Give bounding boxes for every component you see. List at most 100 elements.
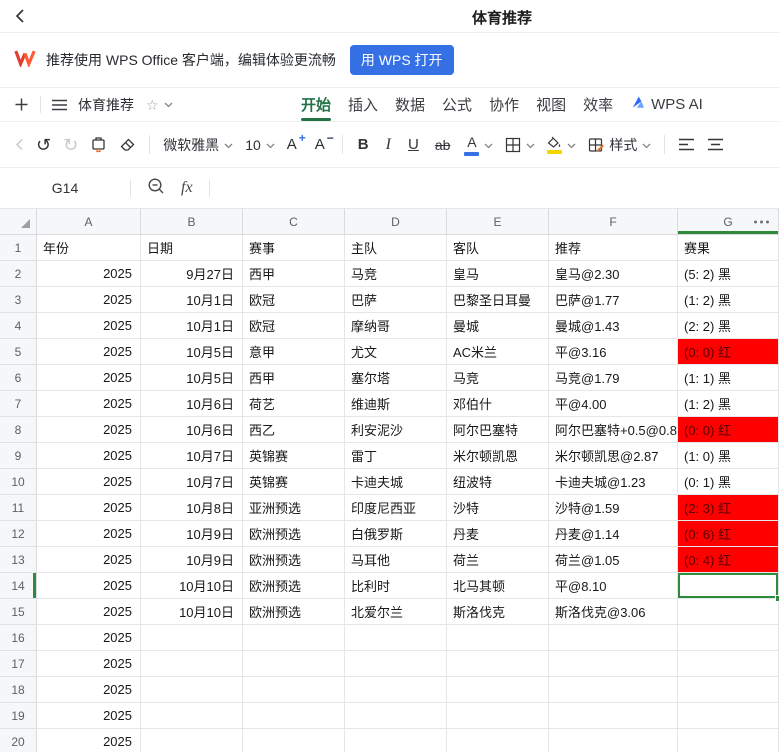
back-icon[interactable] — [12, 7, 30, 30]
cell-C7[interactable]: 荷艺 — [243, 391, 345, 417]
cell-A2[interactable]: 2025 — [37, 261, 141, 287]
cell-A11[interactable]: 2025 — [37, 495, 141, 521]
cell-F16[interactable] — [549, 625, 678, 651]
cell-E6[interactable]: 马竞 — [447, 365, 549, 391]
cell-A18[interactable]: 2025 — [37, 677, 141, 703]
cell-F13[interactable]: 荷兰@1.05 — [549, 547, 678, 573]
cell-B2[interactable]: 9月27日 — [141, 261, 243, 287]
borders-button[interactable] — [505, 136, 535, 154]
cell-D4[interactable]: 摩纳哥 — [345, 313, 447, 339]
row-header-7[interactable]: 7 — [0, 391, 37, 417]
cell-C3[interactable]: 欧冠 — [243, 287, 345, 313]
tab-efficiency[interactable]: 效率 — [583, 88, 613, 121]
bold-button[interactable]: B — [358, 136, 369, 153]
cell-D6[interactable]: 塞尔塔 — [345, 365, 447, 391]
cell-C4[interactable]: 欧冠 — [243, 313, 345, 339]
tab-collaborate[interactable]: 协作 — [489, 88, 519, 121]
cell-C5[interactable]: 意甲 — [243, 339, 345, 365]
cell-C10[interactable]: 英锦赛 — [243, 469, 345, 495]
cell-D3[interactable]: 巴萨 — [345, 287, 447, 313]
chevron-down-icon[interactable] — [164, 102, 173, 108]
cell-D5[interactable]: 尤文 — [345, 339, 447, 365]
cell-A14[interactable]: 2025 — [37, 573, 141, 599]
cell-B14[interactable]: 10月10日 — [141, 573, 243, 599]
row-header-12[interactable]: 12 — [0, 521, 37, 547]
cell-E8[interactable]: 阿尔巴塞特 — [447, 417, 549, 443]
cell-C14[interactable]: 欧洲预选 — [243, 573, 345, 599]
row-header-6[interactable]: 6 — [0, 365, 37, 391]
cell-D13[interactable]: 马耳他 — [345, 547, 447, 573]
open-in-wps-button[interactable]: 用 WPS 打开 — [350, 45, 454, 75]
decrease-font-button[interactable]: A− — [315, 136, 325, 153]
cell-D19[interactable] — [345, 703, 447, 729]
cell-B12[interactable]: 10月9日 — [141, 521, 243, 547]
font-color-button[interactable]: A — [464, 134, 493, 156]
cell-D20[interactable] — [345, 729, 447, 752]
row-header-17[interactable]: 17 — [0, 651, 37, 677]
cell-E16[interactable] — [447, 625, 549, 651]
cell-A16[interactable]: 2025 — [37, 625, 141, 651]
cell-A3[interactable]: 2025 — [37, 287, 141, 313]
cell-B3[interactable]: 10月1日 — [141, 287, 243, 313]
cell-G15[interactable] — [678, 599, 779, 625]
cell-D14[interactable]: 比利时 — [345, 573, 447, 599]
row-header-20[interactable]: 20 — [0, 729, 37, 752]
cell-E19[interactable] — [447, 703, 549, 729]
formula-input[interactable] — [210, 168, 779, 208]
cell-E17[interactable] — [447, 651, 549, 677]
col-header-F[interactable]: F — [549, 209, 678, 235]
menu-icon[interactable] — [52, 99, 67, 111]
align-left-icon[interactable] — [678, 138, 695, 151]
col-header-A[interactable]: A — [37, 209, 141, 235]
cell-F10[interactable]: 卡迪夫城@1.23 — [549, 469, 678, 495]
cell-G5[interactable]: (0: 0) 红 — [678, 339, 779, 365]
font-size-select[interactable]: 10 — [245, 136, 275, 154]
cell-B7[interactable]: 10月6日 — [141, 391, 243, 417]
cell-A10[interactable]: 2025 — [37, 469, 141, 495]
cell-C2[interactable]: 西甲 — [243, 261, 345, 287]
eraser-icon[interactable] — [119, 137, 136, 153]
row-header-10[interactable]: 10 — [0, 469, 37, 495]
cell-F17[interactable] — [549, 651, 678, 677]
tab-data[interactable]: 数据 — [395, 88, 425, 121]
cell-E18[interactable] — [447, 677, 549, 703]
cell-G12[interactable]: (0: 6) 红 — [678, 521, 779, 547]
cell-E11[interactable]: 沙特 — [447, 495, 549, 521]
cell-B16[interactable] — [141, 625, 243, 651]
cell-G2[interactable]: (5: 2) 黑 — [678, 261, 779, 287]
cell-A8[interactable]: 2025 — [37, 417, 141, 443]
cell-E12[interactable]: 丹麦 — [447, 521, 549, 547]
col-header-D[interactable]: D — [345, 209, 447, 235]
cell-B10[interactable]: 10月7日 — [141, 469, 243, 495]
cell-C16[interactable] — [243, 625, 345, 651]
cell-D17[interactable] — [345, 651, 447, 677]
cell-F14[interactable]: 平@8.10 — [549, 573, 678, 599]
cell-B8[interactable]: 10月6日 — [141, 417, 243, 443]
cell-A19[interactable]: 2025 — [37, 703, 141, 729]
row-header-18[interactable]: 18 — [0, 677, 37, 703]
cell-D7[interactable]: 维迪斯 — [345, 391, 447, 417]
cell-G1[interactable]: 赛果 — [678, 235, 779, 261]
cell-B5[interactable]: 10月5日 — [141, 339, 243, 365]
row-header-5[interactable]: 5 — [0, 339, 37, 365]
cell-C17[interactable] — [243, 651, 345, 677]
align-center-icon[interactable] — [707, 138, 724, 151]
cell-E1[interactable]: 客队 — [447, 235, 549, 261]
cell-E14[interactable]: 北马其顿 — [447, 573, 549, 599]
cell-A17[interactable]: 2025 — [37, 651, 141, 677]
cell-B15[interactable]: 10月10日 — [141, 599, 243, 625]
cell-E13[interactable]: 荷兰 — [447, 547, 549, 573]
cell-E9[interactable]: 米尔顿凯恩 — [447, 443, 549, 469]
cell-D18[interactable] — [345, 677, 447, 703]
cell-F11[interactable]: 沙特@1.59 — [549, 495, 678, 521]
strikethrough-button[interactable]: ab — [435, 137, 451, 153]
row-header-8[interactable]: 8 — [0, 417, 37, 443]
cell-G3[interactable]: (1: 2) 黑 — [678, 287, 779, 313]
cell-G16[interactable] — [678, 625, 779, 651]
tab-wps-ai[interactable]: WPS AI — [630, 88, 703, 121]
cell-F9[interactable]: 米尔顿凯思@2.87 — [549, 443, 678, 469]
cell-E4[interactable]: 曼城 — [447, 313, 549, 339]
cell-A6[interactable]: 2025 — [37, 365, 141, 391]
cell-C9[interactable]: 英锦赛 — [243, 443, 345, 469]
cell-A7[interactable]: 2025 — [37, 391, 141, 417]
